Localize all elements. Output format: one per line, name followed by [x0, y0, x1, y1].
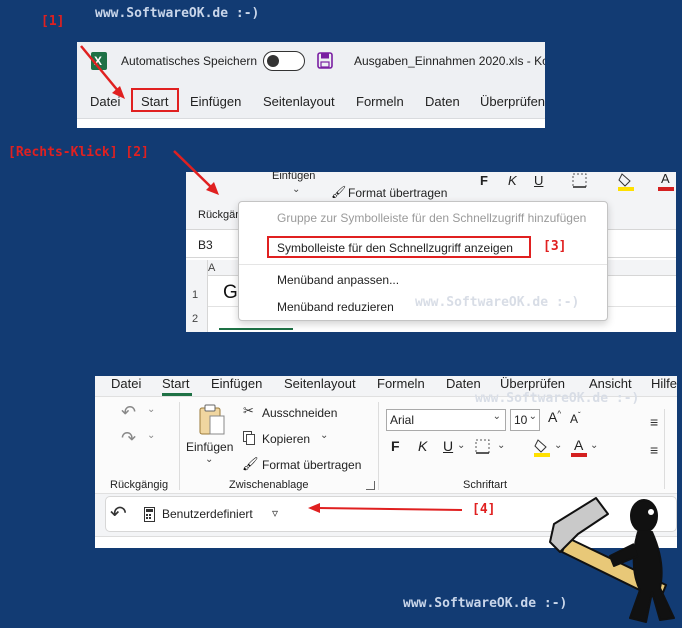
hammer-mascot-icon: [549, 497, 675, 623]
arrow-step-1: [80, 45, 120, 93]
arrow-step-2: [173, 150, 213, 189]
arrow-head-icon: [308, 503, 320, 513]
arrow-head-icon: [112, 86, 125, 99]
arrow-step-4: [317, 507, 463, 511]
